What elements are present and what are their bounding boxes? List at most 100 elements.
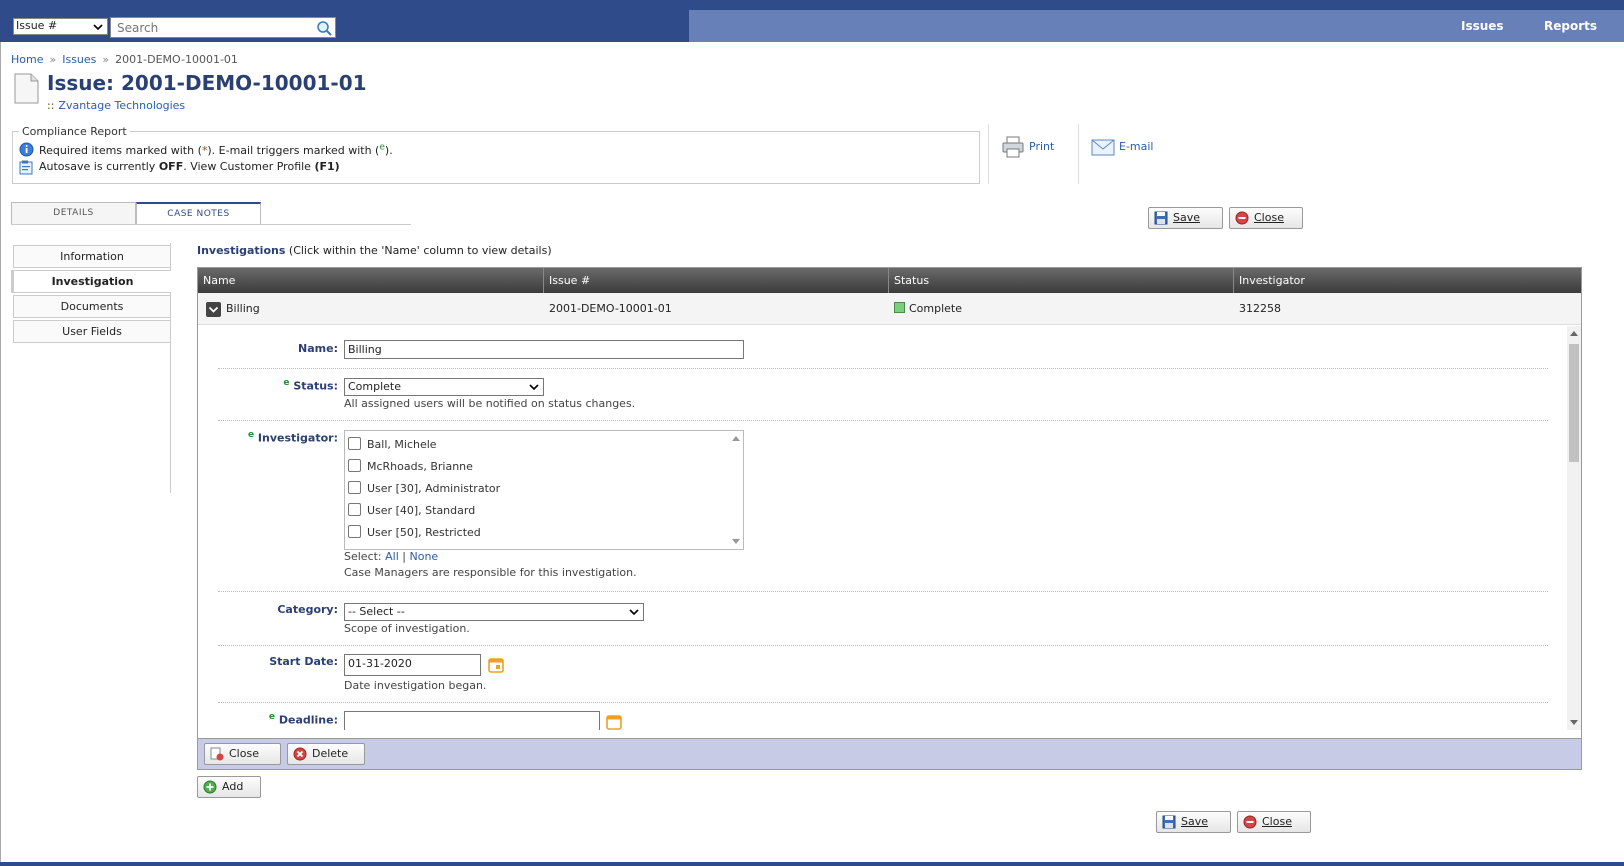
breadcrumb-issues[interactable]: Issues xyxy=(62,53,96,66)
floppy-disk-icon xyxy=(1162,815,1176,829)
collapse-toggle-icon[interactable] xyxy=(206,302,221,317)
status-help: All assigned users will be notified on s… xyxy=(344,397,636,410)
print-action[interactable]: Print xyxy=(988,124,1078,184)
search-type-select[interactable]: Issue # xyxy=(13,18,108,35)
side-item-user-fields[interactable]: User Fields xyxy=(13,320,171,343)
status-indicator xyxy=(894,302,905,313)
nav-issues-link[interactable]: Issues xyxy=(1461,19,1504,33)
side-item-documents[interactable]: Documents xyxy=(13,295,171,318)
save-button-bottom[interactable]: Save xyxy=(1156,811,1231,833)
investigator-checkbox[interactable] xyxy=(348,459,361,472)
customer-profile-icon xyxy=(19,160,33,175)
investigations-grid: Name Issue # Status Investigator Billing… xyxy=(197,267,1582,770)
list-item[interactable]: User [50], Restricted xyxy=(348,525,481,539)
detail-scrollbar[interactable] xyxy=(1567,326,1581,730)
column-header-name[interactable]: Name xyxy=(198,268,544,293)
field-divider xyxy=(218,591,1548,592)
list-item[interactable]: User [40], Standard xyxy=(348,503,475,517)
select-separator: | xyxy=(402,550,406,563)
name-field[interactable]: Billing xyxy=(344,340,744,359)
deadline-field[interactable] xyxy=(344,711,600,730)
add-button[interactable]: Add xyxy=(197,776,261,798)
scroll-down-icon[interactable] xyxy=(1570,720,1578,726)
tab-case-notes[interactable]: CASE NOTES xyxy=(136,202,261,224)
envelope-icon xyxy=(1091,139,1115,156)
investigator-name: Ball, Michele xyxy=(367,438,437,451)
category-select[interactable]: -- Select -- xyxy=(344,603,644,621)
row-name[interactable]: Billing xyxy=(221,293,260,325)
investigator-checkbox[interactable] xyxy=(348,525,361,538)
status-select-value: Complete xyxy=(348,380,402,393)
column-header-status[interactable]: Status xyxy=(889,268,1234,293)
grid-header: Name Issue # Status Investigator xyxy=(198,268,1581,293)
delete-label: Delete xyxy=(312,747,349,760)
scroll-up-icon[interactable] xyxy=(732,435,740,441)
investigator-name: McRhoads, Brianne xyxy=(367,460,473,473)
autosave-status: OFF xyxy=(158,160,184,173)
field-divider xyxy=(218,368,1548,369)
close-button-top[interactable]: Close xyxy=(1229,207,1303,229)
status-select[interactable]: Complete xyxy=(344,378,544,396)
list-item[interactable]: Ball, Michele xyxy=(348,437,437,451)
chevron-down-icon xyxy=(529,384,539,391)
investigator-checkbox[interactable] xyxy=(348,437,361,450)
investigator-name: User [50], Restricted xyxy=(367,526,481,539)
start-date-field[interactable]: 01-31-2020 xyxy=(344,654,481,676)
deadline-label: e Deadline: xyxy=(218,712,338,727)
scroll-up-icon[interactable] xyxy=(1570,330,1578,336)
autosave-line: Autosave is currently OFF. View Customer… xyxy=(19,160,340,175)
side-item-investigation[interactable]: Investigation xyxy=(11,270,171,293)
breadcrumb-separator: » xyxy=(49,53,57,66)
search-box xyxy=(110,17,336,38)
organization-line: :: Zvantage Technologies xyxy=(47,99,185,112)
calendar-icon[interactable] xyxy=(606,714,622,730)
side-item-information[interactable]: Information xyxy=(13,245,171,268)
list-item[interactable]: User [30], Administrator xyxy=(348,481,500,495)
chevron-down-icon xyxy=(629,609,639,616)
investigator-checkbox[interactable] xyxy=(348,481,361,494)
category-label: Category: xyxy=(277,603,338,616)
investigator-label-text: Investigator: xyxy=(257,431,338,445)
search-input[interactable] xyxy=(111,18,301,37)
scrollbar-thumb[interactable] xyxy=(1569,344,1579,462)
close-icon xyxy=(1235,211,1249,225)
category-select-value: -- Select -- xyxy=(348,605,405,618)
search-icon[interactable] xyxy=(316,20,332,36)
page-title: Issue: 2001-DEMO-10001-01 xyxy=(47,71,367,95)
autosave-text-b: . View Customer Profile xyxy=(183,160,311,173)
list-item[interactable]: McRhoads, Brianne xyxy=(348,459,473,473)
organization-link[interactable]: Zvantage Technologies xyxy=(58,99,185,112)
save-button-top[interactable]: Save xyxy=(1148,207,1223,229)
column-header-investigator[interactable]: Investigator xyxy=(1234,268,1581,293)
select-none-link[interactable]: None xyxy=(410,550,439,563)
row-issue: 2001-DEMO-10001-01 xyxy=(549,302,672,315)
calendar-icon[interactable] xyxy=(488,657,504,673)
breadcrumb-home[interactable]: Home xyxy=(11,53,43,66)
column-header-issue[interactable]: Issue # xyxy=(544,268,889,293)
nav-reports-link[interactable]: Reports xyxy=(1544,19,1597,33)
scroll-down-icon[interactable] xyxy=(732,539,740,545)
email-trigger-marker: e xyxy=(247,430,255,440)
select-all-link[interactable]: All xyxy=(385,550,399,563)
delete-button[interactable]: Delete xyxy=(287,743,365,765)
breadcrumb: Home » Issues » 2001-DEMO-10001-01 xyxy=(11,53,238,66)
required-text-b: ). E-mail triggers marked with ( xyxy=(207,143,380,157)
close-button-bottom[interactable]: Close xyxy=(1237,811,1311,833)
row-status: Complete xyxy=(889,293,962,325)
email-action[interactable]: E-mail xyxy=(1078,124,1188,184)
email-trigger-marker: e xyxy=(283,378,290,388)
close-label: Close xyxy=(229,747,259,760)
close-label: Close xyxy=(1262,815,1292,828)
tab-underline xyxy=(11,224,411,225)
close-icon xyxy=(1243,815,1257,829)
close-detail-button[interactable]: Close xyxy=(204,743,281,765)
required-text-c: ). xyxy=(384,143,393,157)
investigator-checklist: Ball, Michele McRhoads, Brianne User [30… xyxy=(344,430,744,550)
investigator-checkbox[interactable] xyxy=(348,503,361,516)
tab-details[interactable]: DETAILS xyxy=(11,202,136,224)
deadline-label-text: Deadline: xyxy=(278,713,338,727)
customer-profile-shortcut[interactable]: (F1) xyxy=(314,160,339,173)
print-label: Print xyxy=(1029,140,1055,153)
table-row[interactable]: Billing 2001-DEMO-10001-01 Complete 3122… xyxy=(198,293,1581,325)
required-legend-line: Required items marked with (*). E-mail t… xyxy=(19,142,393,157)
